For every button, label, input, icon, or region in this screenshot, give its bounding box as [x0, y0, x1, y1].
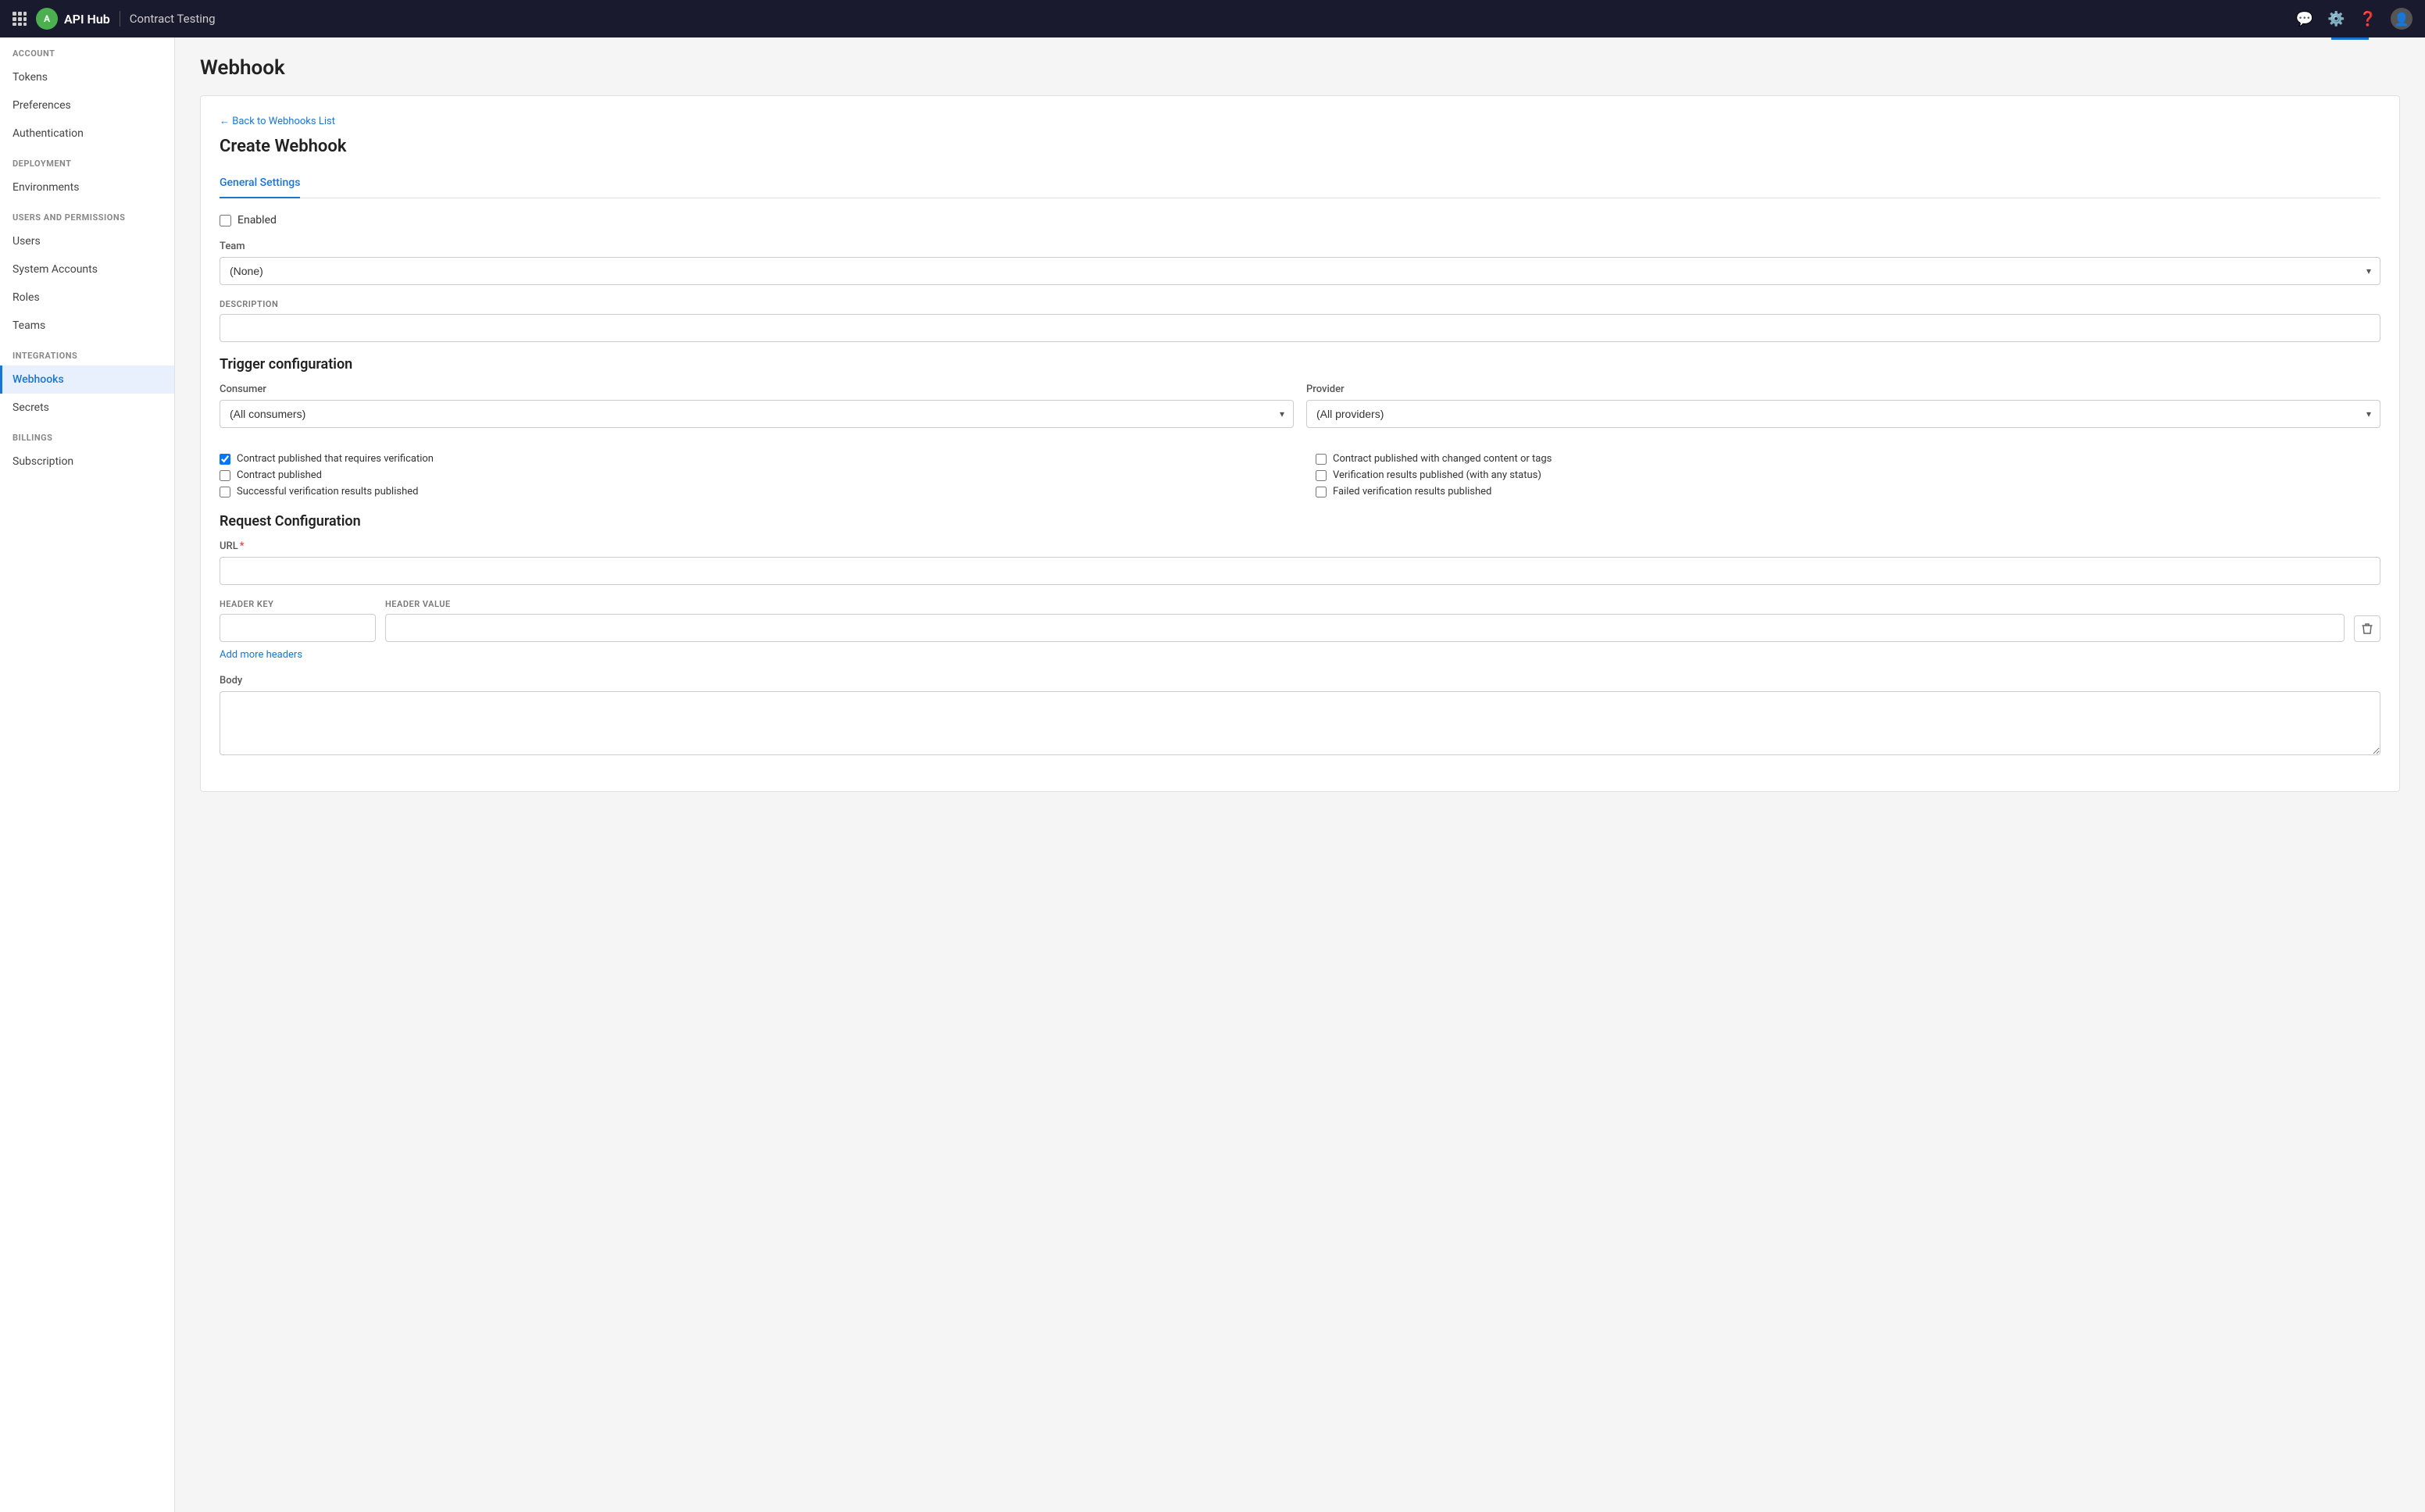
profile-active-line [2331, 37, 2369, 40]
sidebar-item-preferences[interactable]: Preferences [0, 91, 174, 119]
sidebar-item-subscription[interactable]: Subscription [0, 448, 174, 476]
sidebar-item-system-accounts[interactable]: System Accounts [0, 255, 174, 284]
consumer-provider-row: Consumer (All consumers) Provider (All p… [220, 383, 2380, 442]
layout: ACCOUNT Tokens Preferences Authenticatio… [0, 37, 2425, 1512]
topnav: A API Hub Contract Testing 💬 ⚙️ ❓ 👤 [0, 0, 2425, 37]
create-webhook-title: Create Webhook [220, 137, 2380, 156]
checkbox-cb4[interactable] [1316, 454, 1327, 465]
check-row-cb6: Failed verification results published [1316, 486, 2380, 497]
section-users: USERS AND PERMISSIONS [0, 201, 174, 227]
sidebar: ACCOUNT Tokens Preferences Authenticatio… [0, 37, 175, 1512]
provider-group: Provider (All providers) [1306, 383, 2380, 428]
section-account: ACCOUNT [0, 37, 174, 63]
sidebar-item-roles[interactable]: Roles [0, 284, 174, 312]
enabled-label[interactable]: Enabled [238, 214, 277, 226]
main-content: Webhook ← Back to Webhooks List Create W… [175, 37, 2425, 1512]
nav-title: Contract Testing [130, 12, 216, 26]
checkbox-cb5-label[interactable]: Verification results published (with any… [1333, 469, 1541, 481]
delete-header-button[interactable] [2354, 615, 2380, 642]
description-label: DESCRIPTION [220, 299, 2380, 309]
consumer-select[interactable]: (All consumers) [220, 400, 1294, 428]
topnav-right: 💬 ⚙️ ❓ 👤 [2296, 8, 2412, 30]
check-row-cb4: Contract published with changed content … [1316, 453, 2380, 465]
sidebar-item-environments[interactable]: Environments [0, 173, 174, 201]
sidebar-item-authentication[interactable]: Authentication [0, 119, 174, 148]
page-title: Webhook [200, 56, 2400, 80]
header-value-group: HEADER VALUE [385, 599, 2345, 642]
trigger-checkboxes: Contract published that requires verific… [220, 453, 2380, 497]
tab-general-settings[interactable]: General Settings [220, 169, 300, 198]
sidebar-item-users[interactable]: Users [0, 227, 174, 255]
header-value-label: HEADER VALUE [385, 599, 2345, 609]
provider-label: Provider [1306, 383, 2380, 395]
tabs: General Settings [220, 169, 2380, 198]
body-label: Body [220, 675, 2380, 686]
team-select-wrapper: (None) [220, 257, 2380, 285]
webhook-card: ← Back to Webhooks List Create Webhook G… [200, 95, 2400, 792]
checkbox-cb2[interactable] [220, 470, 230, 481]
description-input[interactable] [220, 314, 2380, 342]
logo-circle: A [36, 8, 58, 30]
header-key-input[interactable] [220, 614, 376, 642]
checkbox-cb6[interactable] [1316, 487, 1327, 497]
provider-select-wrapper: (All providers) [1306, 400, 2380, 428]
check-row-cb1: Contract published that requires verific… [220, 453, 1284, 465]
url-input[interactable] [220, 557, 2380, 585]
grid-icon[interactable] [12, 12, 27, 26]
header-key-group: HEADER KEY [220, 599, 376, 642]
provider-select[interactable]: (All providers) [1306, 400, 2380, 428]
checkbox-cb3[interactable] [220, 487, 230, 497]
team-select[interactable]: (None) [220, 257, 2380, 285]
team-label: Team [220, 241, 2380, 252]
sidebar-item-webhooks[interactable]: Webhooks [0, 366, 174, 394]
url-group: URL [220, 540, 2380, 585]
body-textarea[interactable] [220, 691, 2380, 755]
header-row: HEADER KEY HEADER VALUE [220, 599, 2380, 642]
checkbox-cb3-label[interactable]: Successful verification results publishe… [237, 486, 418, 497]
brand-name: API Hub [64, 12, 110, 27]
request-section-title: Request Configuration [220, 513, 2380, 530]
consumer-group: Consumer (All consumers) [220, 383, 1294, 428]
trash-icon [2362, 622, 2373, 635]
team-group: Team (None) [220, 241, 2380, 285]
checkbox-cb6-label[interactable]: Failed verification results published [1333, 486, 1491, 497]
section-integrations: INTEGRATIONS [0, 340, 174, 366]
add-headers-link[interactable]: Add more headers [220, 649, 302, 661]
gear-icon[interactable]: ⚙️ [2327, 11, 2345, 27]
sidebar-item-secrets[interactable]: Secrets [0, 394, 174, 422]
description-group: DESCRIPTION [220, 299, 2380, 342]
logo[interactable]: A API Hub [36, 8, 110, 30]
url-label: URL [220, 540, 2380, 552]
body-group: Body [220, 675, 2380, 758]
enabled-check-group: Enabled [220, 214, 2380, 226]
checkbox-cb1-label[interactable]: Contract published that requires verific… [237, 453, 434, 465]
checkbox-cb5[interactable] [1316, 470, 1327, 481]
consumer-label: Consumer [220, 383, 1294, 395]
sidebar-item-tokens[interactable]: Tokens [0, 63, 174, 91]
check-row-cb2: Contract published [220, 469, 1284, 481]
check-row-cb3: Successful verification results publishe… [220, 486, 1284, 497]
consumer-select-wrapper: (All consumers) [220, 400, 1294, 428]
header-value-input[interactable] [385, 614, 2345, 642]
sidebar-item-teams[interactable]: Teams [0, 312, 174, 340]
checkbox-cb4-label[interactable]: Contract published with changed content … [1333, 453, 1552, 465]
trigger-section-title: Trigger configuration [220, 356, 2380, 373]
section-deployment: DEPLOYMENT [0, 148, 174, 173]
help-icon[interactable]: ❓ [2359, 11, 2377, 27]
avatar[interactable]: 👤 [2391, 8, 2412, 30]
checkbox-cb1[interactable] [220, 454, 230, 465]
header-key-label: HEADER KEY [220, 599, 376, 609]
enabled-checkbox[interactable] [220, 215, 231, 226]
checkbox-cb2-label[interactable]: Contract published [237, 469, 322, 481]
check-row-cb5: Verification results published (with any… [1316, 469, 2380, 481]
back-link[interactable]: ← Back to Webhooks List [220, 115, 2380, 127]
chat-icon[interactable]: 💬 [2296, 11, 2313, 27]
section-billings: BILLINGS [0, 422, 174, 448]
